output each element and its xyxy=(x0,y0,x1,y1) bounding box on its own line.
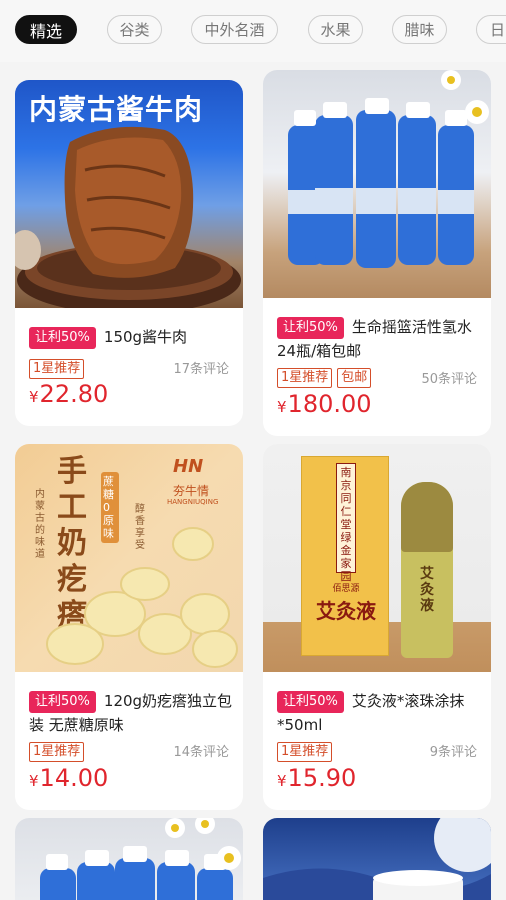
review-count: 9条评论 xyxy=(429,745,477,760)
tab-lawei[interactable]: 腊味 xyxy=(392,15,447,44)
product-card-beef[interactable]: 内蒙古酱牛肉 让利50% 150g酱牛肉 1星推荐 17条评论 ¥22.80 xyxy=(15,80,243,426)
product-image-partial-left xyxy=(15,818,243,900)
product-box: 南京同仁堂绿金家园 佰思源 艾灸液 xyxy=(301,456,389,656)
star-rating-badge: 1星推荐 xyxy=(29,359,85,379)
bottle-label: 艾灸液 xyxy=(420,566,434,614)
profit-badge: 让利50% xyxy=(29,327,96,349)
product-price: ¥14.00 xyxy=(29,764,109,792)
product-bottle: 艾灸液 xyxy=(401,482,453,658)
profit-badge: 让利50% xyxy=(277,691,344,713)
water-bottles-illustration xyxy=(40,818,241,900)
tab-gulei[interactable]: 谷类 xyxy=(107,15,162,44)
product-image-moxa-liquid: 南京同仁堂绿金家园 佰思源 艾灸液 艾灸液 xyxy=(263,444,491,672)
box-vertical-text: 南京同仁堂绿金家园 xyxy=(336,463,356,583)
product-card-milk-curd[interactable]: 手工奶疙瘩 蔗糖0原味 内蒙古的味道 醇香享受 HN 夯牛情 HANGNIUQI… xyxy=(15,444,243,810)
tab-jingxuan[interactable]: 精选 xyxy=(15,15,77,44)
box-sub-text: 佰思源 xyxy=(332,584,360,594)
product-price: ¥180.00 xyxy=(277,390,372,418)
product-card-partial-left[interactable] xyxy=(15,818,243,900)
product-image-beef: 内蒙古酱牛肉 xyxy=(15,80,243,308)
product-card-moxa-liquid[interactable]: 南京同仁堂绿金家园 佰思源 艾灸液 艾灸液 让利50% 艾灸液*滚珠涂抹*50ml… xyxy=(263,444,491,810)
product-image-milk-curd: 手工奶疙瘩 蔗糖0原味 内蒙古的味道 醇香享受 HN 夯牛情 HANGNIUQI… xyxy=(15,444,243,672)
free-shipping-badge: 包邮 xyxy=(337,368,372,388)
profit-badge: 让利50% xyxy=(29,691,96,713)
product-price: ¥22.80 xyxy=(29,380,109,408)
product-title: 150g酱牛肉 xyxy=(103,328,188,346)
product-image-partial-right xyxy=(263,818,491,900)
star-rating-badge: 1星推荐 xyxy=(29,742,85,762)
review-count: 50条评论 xyxy=(421,372,477,387)
review-count: 17条评论 xyxy=(173,362,229,377)
star-rating-badge: 1星推荐 xyxy=(277,742,333,762)
bottle-cap xyxy=(401,482,453,552)
milk-curd-illustration xyxy=(46,527,238,668)
product-price: ¥15.90 xyxy=(277,764,357,792)
product-image-water xyxy=(263,70,491,298)
tab-zhongwai-mingjiu[interactable]: 中外名酒 xyxy=(191,15,278,44)
tab-shuiguo[interactable]: 水果 xyxy=(308,15,363,44)
moon-jar-illustration xyxy=(263,818,491,900)
product-card-water[interactable]: 让利50% 生命摇篮活性氢水24瓶/箱包邮 1星推荐 包邮 50条评论 ¥180.… xyxy=(263,70,491,436)
box-product-name: 艾灸液 xyxy=(316,599,376,623)
profit-badge: 让利50% xyxy=(277,317,344,339)
category-tabs: 精选 谷类 中外名酒 水果 腊味 日 xyxy=(0,0,506,62)
star-rating-badge: 1星推荐 xyxy=(277,368,333,388)
product-card-partial-right[interactable] xyxy=(263,818,491,900)
water-bottles-illustration xyxy=(288,70,489,268)
review-count: 14条评论 xyxy=(173,745,229,760)
beef-illustration xyxy=(15,126,241,308)
tab-more[interactable]: 日 xyxy=(476,15,506,44)
